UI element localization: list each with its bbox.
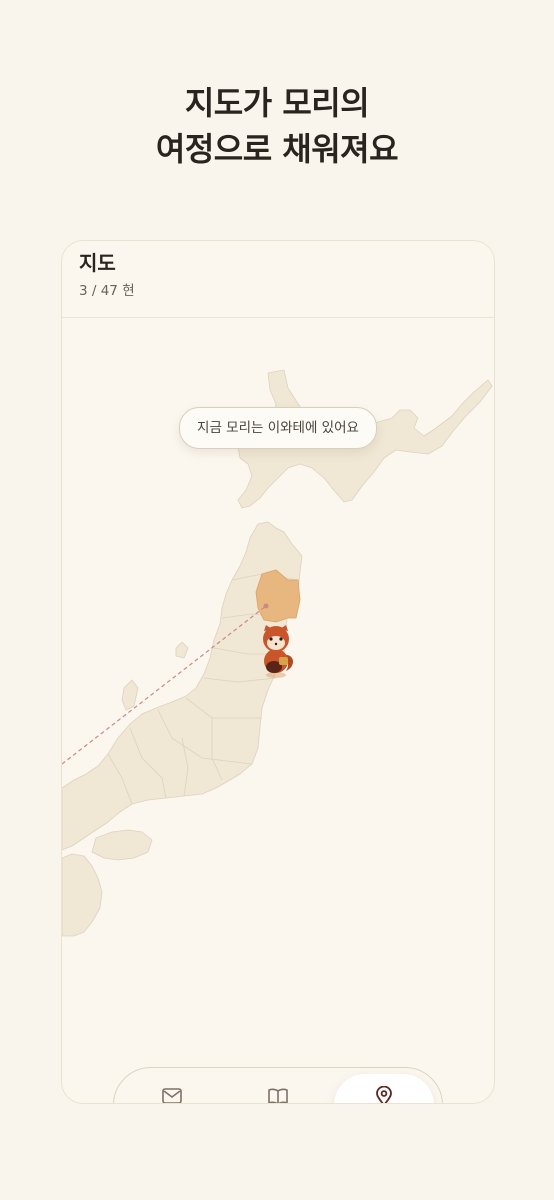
headline-line-1: 지도가 모리의 [184, 84, 370, 122]
headline-line-2: 여정으로 채워져요 [155, 130, 399, 168]
prefecture-count: 3 / 47 현 [79, 283, 135, 299]
bottom-tab-bar: 오늘 도감 지도 [113, 1067, 443, 1103]
tab-map[interactable]: 지도 [334, 1074, 434, 1103]
phone-screen: 지도 3 / 47 현 지금 모리는 이와테에 있어요 [61, 240, 495, 1104]
japan-map[interactable]: 지금 모리는 이와테에 있어요 [62, 318, 494, 1103]
tab-collection[interactable]: 도감 [228, 1074, 328, 1103]
noto-peninsula [121, 679, 139, 711]
book-icon [268, 1088, 288, 1103]
red-panda-mascot-icon[interactable] [252, 619, 300, 679]
current-location-pill[interactable]: 지금 모리는 이와테에 있어요 [179, 407, 377, 449]
sado-island [175, 641, 189, 659]
headline: 지도가 모리의 여정으로 채워져요 [0, 80, 554, 172]
screen-title: 지도 [79, 251, 116, 275]
screen-header: 지도 3 / 47 현 [62, 241, 494, 318]
map-pin-icon [376, 1086, 392, 1103]
shikoku-region [91, 829, 153, 861]
tab-today[interactable]: 오늘 [122, 1074, 222, 1103]
kyushu-region [62, 853, 103, 937]
honshu-region [62, 521, 303, 851]
mail-icon [162, 1088, 182, 1103]
